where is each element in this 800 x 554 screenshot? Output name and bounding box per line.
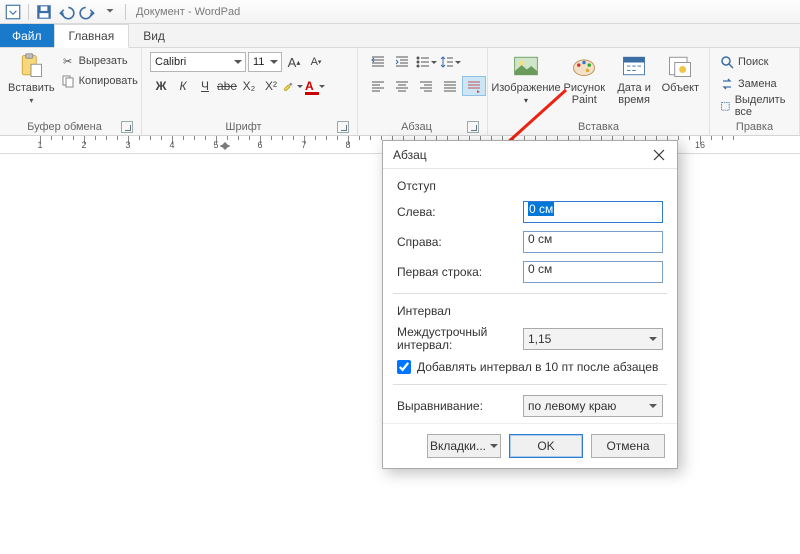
find-button[interactable]: Поиск: [718, 52, 791, 72]
ruler-number: 16: [695, 140, 705, 150]
ruler-number: 7: [301, 140, 306, 150]
group-font: Calibri 11 A▴ A▾ Ж К Ч abe X₂ X² A: [142, 48, 358, 135]
replace-icon: [720, 77, 734, 91]
cancel-button[interactable]: Отмена: [591, 434, 665, 458]
line-spacing-icon[interactable]: [438, 52, 462, 72]
clipboard-launcher-icon[interactable]: [121, 121, 133, 133]
decrease-indent-icon[interactable]: [366, 52, 390, 72]
line-spacing-select[interactable]: 1,15: [523, 328, 663, 350]
insert-object-button[interactable]: Объект: [660, 52, 701, 94]
right-indent-label: Справа:: [397, 235, 515, 249]
qat-separator-2: [125, 4, 126, 20]
qat-customize-icon[interactable]: ⏷: [101, 3, 119, 21]
ok-button[interactable]: OK: [509, 434, 583, 458]
ribbon: Вставить ▾ ✂ Вырезать Копировать Буфер о…: [0, 48, 800, 136]
grow-font-icon[interactable]: A▴: [284, 52, 304, 72]
highlight-button[interactable]: [282, 76, 304, 96]
ruler-number: 6: [257, 140, 262, 150]
ruler-number: 2: [81, 140, 86, 150]
group-label-clipboard: Буфер обмена: [8, 119, 121, 133]
subscript-button[interactable]: X₂: [238, 76, 260, 96]
increase-indent-icon[interactable]: [390, 52, 414, 72]
copy-icon: [61, 74, 75, 88]
qat-separator: [28, 4, 29, 20]
alignment-label: Выравнивание:: [397, 399, 515, 413]
font-color-button[interactable]: A: [304, 76, 326, 96]
strike-button[interactable]: abe: [216, 76, 238, 96]
tab-home[interactable]: Главная: [54, 24, 130, 48]
document-title: Документ - WordPad: [136, 6, 240, 18]
dialog-title: Абзац: [393, 148, 427, 162]
paragraph-launcher-icon[interactable]: [467, 121, 479, 133]
shrink-font-icon[interactable]: A▾: [306, 52, 326, 72]
replace-button[interactable]: Замена: [718, 74, 791, 94]
save-icon[interactable]: [35, 3, 53, 21]
paragraph-dialog-icon[interactable]: [462, 76, 486, 96]
align-center-icon[interactable]: [390, 76, 414, 96]
tab-view[interactable]: Вид: [129, 24, 180, 47]
group-paragraph: Абзац: [358, 48, 488, 135]
left-indent-marker[interactable]: [220, 145, 230, 154]
insert-datetime-button[interactable]: Дата и время: [613, 52, 656, 106]
ruler-number: 3: [125, 140, 130, 150]
indent-group-label: Отступ: [397, 179, 663, 193]
add-space-checkbox[interactable]: Добавлять интервал в 10 пт после абзацев: [397, 360, 663, 374]
first-line-input[interactable]: 0 см: [523, 261, 663, 283]
alignment-select[interactable]: по левому краю: [523, 395, 663, 417]
superscript-button[interactable]: X²: [260, 76, 282, 96]
line-spacing-label: Междустрочный интервал:: [397, 326, 515, 352]
group-label-paragraph: Абзац: [366, 119, 467, 133]
dialog-separator-1: [393, 293, 667, 294]
font-launcher-icon[interactable]: [337, 121, 349, 133]
cut-button[interactable]: ✂ Вырезать: [59, 52, 140, 70]
search-icon: [720, 55, 734, 69]
title-bar: ⏷ Документ - WordPad: [0, 0, 800, 24]
right-indent-input[interactable]: 0 см: [523, 231, 663, 253]
font-size-combo[interactable]: 11: [248, 52, 282, 72]
select-all-icon: [720, 99, 731, 113]
tab-file[interactable]: Файл: [0, 24, 54, 47]
bullets-icon[interactable]: [414, 52, 438, 72]
close-icon[interactable]: [647, 143, 671, 167]
ruler-number: 8: [345, 140, 350, 150]
group-label-font: Шрифт: [150, 119, 337, 133]
copy-button[interactable]: Копировать: [59, 72, 140, 90]
underline-button[interactable]: Ч: [194, 76, 216, 96]
insert-image-button[interactable]: Изображение▾: [496, 52, 556, 105]
ruler-number: 5: [213, 140, 218, 150]
group-label-edit: Правка: [718, 119, 791, 133]
font-name-combo[interactable]: Calibri: [150, 52, 246, 72]
ruler-number: 4: [169, 140, 174, 150]
insert-paint-button[interactable]: Рисунок Paint: [560, 52, 609, 106]
paste-button[interactable]: Вставить ▾: [8, 52, 55, 105]
group-label-insert: Вставка: [496, 119, 701, 133]
bold-button[interactable]: Ж: [150, 76, 172, 96]
align-right-icon[interactable]: [414, 76, 438, 96]
left-indent-input[interactable]: 0 см: [523, 201, 663, 223]
spacing-group-label: Интервал: [397, 304, 663, 318]
group-insert: Изображение▾ Рисунок Paint Дата и время …: [488, 48, 710, 135]
ribbon-tabs: Файл Главная Вид: [0, 24, 800, 48]
select-all-button[interactable]: Выделить все: [718, 96, 791, 116]
group-edit: Поиск Замена Выделить все Правка: [710, 48, 800, 135]
qat-dropdown-icon[interactable]: [4, 3, 22, 21]
paste-label: Вставить: [8, 82, 55, 94]
redo-icon[interactable]: [79, 3, 97, 21]
undo-icon[interactable]: [57, 3, 75, 21]
scissors-icon: ✂: [61, 54, 75, 68]
dialog-titlebar[interactable]: Абзац: [383, 141, 677, 169]
align-justify-icon[interactable]: [438, 76, 462, 96]
first-line-label: Первая строка:: [397, 265, 515, 279]
align-left-icon[interactable]: [366, 76, 390, 96]
add-space-checkbox-input[interactable]: [397, 360, 411, 374]
tabs-button[interactable]: Вкладки...: [427, 434, 501, 458]
left-indent-label: Слева:: [397, 205, 515, 219]
dialog-separator-2: [393, 384, 667, 385]
ruler-number: 1: [37, 140, 42, 150]
italic-button[interactable]: К: [172, 76, 194, 96]
group-clipboard: Вставить ▾ ✂ Вырезать Копировать Буфер о…: [0, 48, 142, 135]
paragraph-dialog: Абзац Отступ Слева: 0 см Справа: 0 см Пе…: [382, 140, 678, 469]
